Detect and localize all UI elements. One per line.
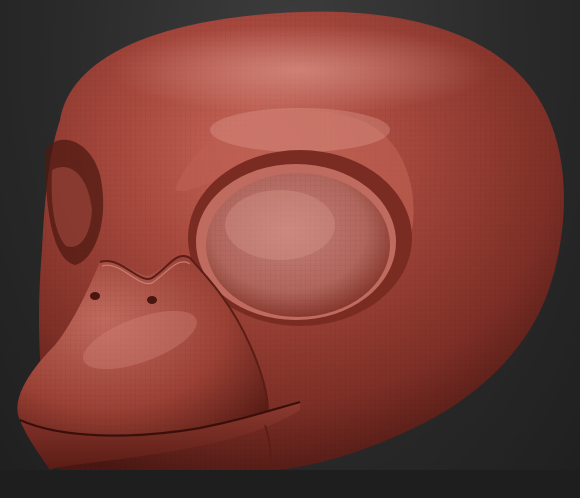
floor-shadow	[0, 470, 580, 498]
sculpt-render	[0, 11, 580, 498]
sculpt-viewport[interactable]	[0, 0, 580, 498]
